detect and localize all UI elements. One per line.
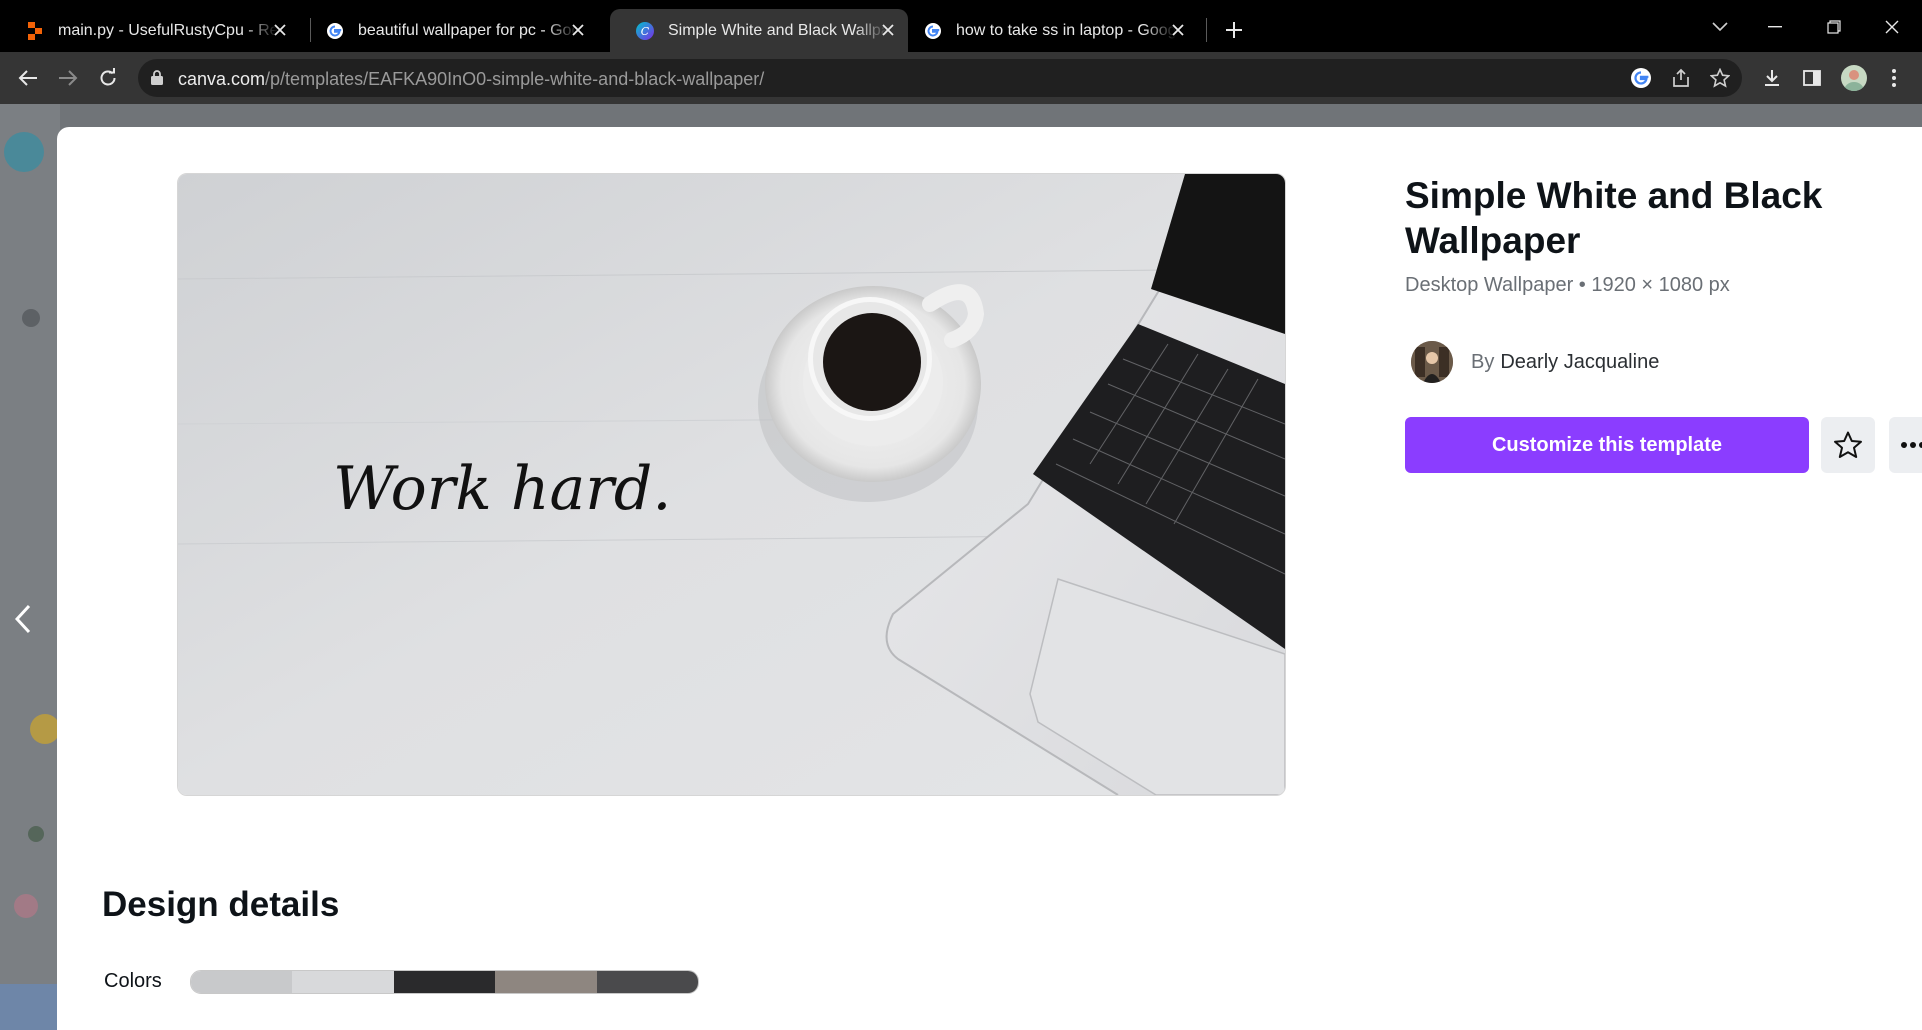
colors-label: Colors	[104, 970, 162, 992]
template-title: Simple White and Black Wallpaper	[1405, 175, 1823, 261]
svg-text:C: C	[641, 25, 650, 38]
minimize-icon[interactable]	[1755, 10, 1795, 44]
template-subtitle: Desktop Wallpaper • 1920 × 1080 px	[1405, 274, 1730, 296]
background-icon	[30, 714, 60, 744]
background-block	[0, 984, 60, 1030]
side-panel-icon[interactable]	[1796, 62, 1828, 94]
color-swatch[interactable]	[596, 971, 698, 993]
background-icon	[28, 826, 44, 842]
template-preview-image[interactable]: Work hard.	[177, 173, 1286, 796]
previous-template-button[interactable]	[8, 594, 38, 644]
author-name-link[interactable]: Dearly Jacqualine	[1500, 351, 1659, 374]
more-options-button[interactable]	[1889, 417, 1922, 473]
favorite-button[interactable]	[1821, 417, 1875, 473]
google-icon	[924, 22, 942, 40]
reload-icon[interactable]	[92, 62, 124, 94]
color-swatch[interactable]	[393, 971, 496, 993]
tab-replit[interactable]: main.py - UsefulRustyCpu - Replit	[0, 9, 300, 52]
url-text: canva.com/p/templates/EAFKA90InO0-simple…	[178, 69, 764, 90]
color-swatch[interactable]	[292, 971, 394, 993]
url-path: /p/templates/EAFKA90InO0-simple-white-an…	[265, 69, 765, 89]
bookmark-star-icon[interactable]	[1708, 66, 1732, 90]
color-swatch[interactable]	[495, 971, 597, 993]
page-viewport: Work hard. Simple White and Black Wallpa…	[0, 104, 1922, 1030]
forward-icon[interactable]	[52, 62, 84, 94]
more-dots-icon	[1901, 442, 1922, 448]
color-swatch[interactable]	[191, 971, 293, 993]
replit-icon	[26, 21, 44, 40]
tab-title: main.py - UsefulRustyCpu - Replit	[58, 21, 278, 39]
new-tab-button[interactable]	[1218, 14, 1250, 46]
back-icon[interactable]	[12, 62, 44, 94]
canva-icon: C	[636, 21, 654, 40]
share-icon[interactable]	[1669, 66, 1693, 90]
download-icon[interactable]	[1756, 62, 1788, 94]
tab-strip: main.py - UsefulRustyCpu - Replit beauti…	[0, 0, 1922, 52]
restore-icon[interactable]	[1814, 10, 1854, 44]
dimmed-background-page	[0, 104, 60, 1030]
tab-search-button[interactable]	[1700, 10, 1740, 44]
tab-title: Simple White and Black Wallpaper	[668, 21, 888, 39]
tab-google-ss[interactable]: how to take ss in laptop - Google Search	[898, 9, 1198, 52]
author-avatar[interactable]	[1411, 341, 1453, 383]
address-bar[interactable]: canva.com/p/templates/EAFKA90InO0-simple…	[138, 59, 1742, 97]
url-host: canva.com	[178, 69, 266, 89]
tab-separator	[1206, 18, 1207, 42]
tab-google-wallpaper[interactable]: beautiful wallpaper for pc - Google Sear…	[300, 9, 598, 52]
customize-template-button[interactable]: Customize this template	[1405, 417, 1809, 473]
canva-logo	[4, 132, 44, 172]
preview-text: Work hard.	[333, 454, 671, 524]
lock-icon	[151, 70, 163, 90]
tab-title: beautiful wallpaper for pc - Google Sear…	[358, 21, 578, 39]
close-icon[interactable]	[568, 20, 588, 40]
close-icon[interactable]	[270, 20, 290, 40]
close-icon[interactable]	[1168, 20, 1188, 40]
background-icon	[22, 309, 40, 327]
tab-canva-template[interactable]: C Simple White and Black Wallpaper	[610, 9, 908, 52]
tab-title: how to take ss in laptop - Google Search	[956, 21, 1176, 39]
google-icon	[326, 22, 344, 40]
design-details-heading: Design details	[102, 885, 340, 924]
star-icon	[1834, 431, 1862, 458]
menu-kebab-icon[interactable]	[1878, 62, 1910, 94]
profile-avatar[interactable]	[1838, 62, 1870, 94]
background-icon	[14, 894, 38, 918]
template-modal: Work hard. Simple White and Black Wallpa…	[57, 127, 1922, 1030]
close-icon[interactable]	[878, 20, 898, 40]
author-info[interactable]: By Dearly Jacqualine	[1411, 341, 1659, 383]
author-prefix: By	[1471, 350, 1495, 373]
browser-toolbar: canva.com/p/templates/EAFKA90InO0-simple…	[0, 52, 1922, 104]
color-palette	[190, 970, 699, 994]
close-window-icon[interactable]	[1872, 10, 1912, 44]
google-lens-icon[interactable]	[1629, 66, 1653, 90]
